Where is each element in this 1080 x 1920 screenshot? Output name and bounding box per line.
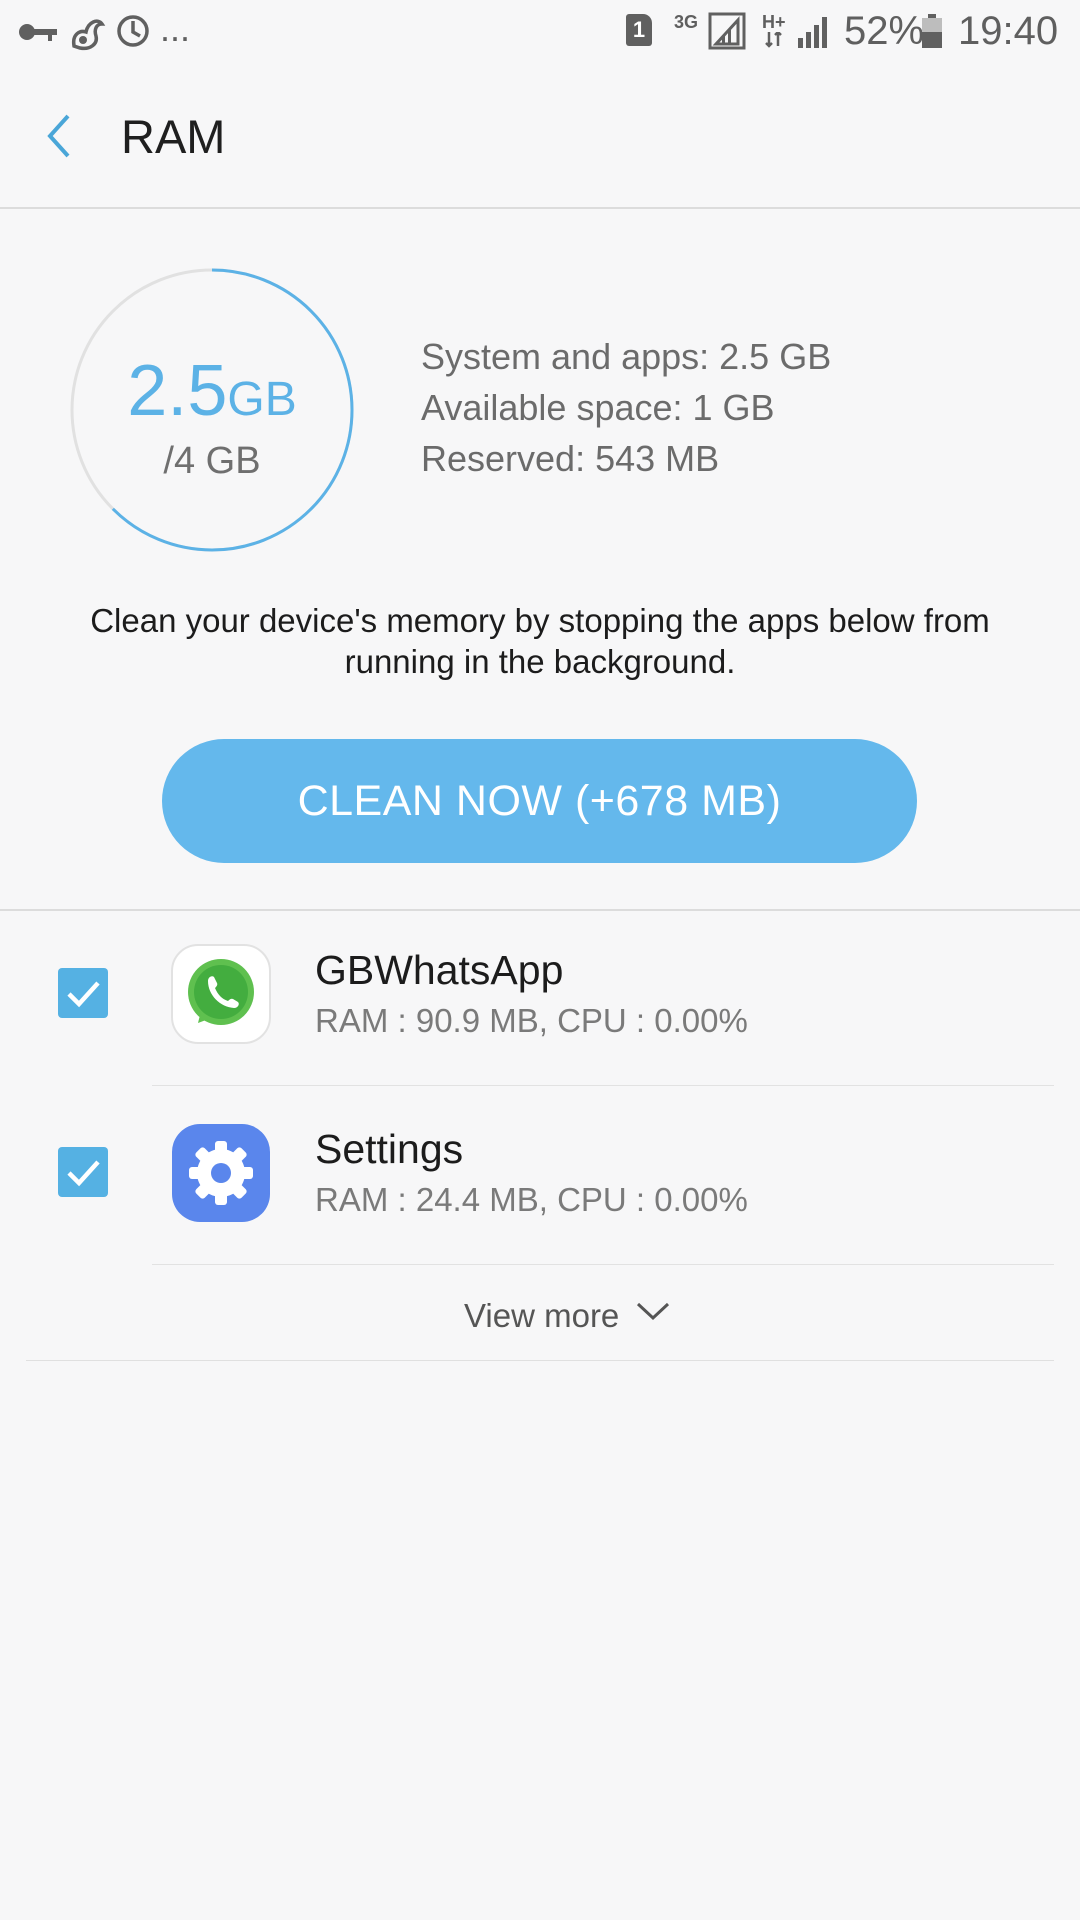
system-apps-usage: System and apps: 2.5 GB	[421, 336, 832, 377]
signal-strength-icon	[798, 17, 827, 48]
more-notifications: ...	[160, 8, 191, 49]
network-3g-label: 3G	[674, 12, 699, 32]
battery-icon	[922, 14, 942, 48]
status-bar: ... 1 3G H+ 52% 19:40	[0, 0, 1080, 66]
sync-icon	[117, 15, 149, 47]
back-button[interactable]	[30, 106, 90, 166]
clean-now-button[interactable]: CLEAN NOW (+678 MB)	[162, 739, 917, 863]
reserved-memory: Reserved: 543 MB	[421, 438, 720, 479]
chevron-down-icon	[636, 1302, 670, 1321]
app-checkbox[interactable]	[58, 1147, 108, 1197]
whatsapp-icon	[171, 944, 271, 1044]
clean-description: Clean your device's memory by stopping t…	[90, 602, 990, 680]
header-divider	[0, 207, 1080, 209]
data-arrows-icon	[765, 32, 782, 48]
page-title: RAM	[121, 110, 226, 163]
row-divider	[152, 1264, 1054, 1265]
squirrel-icon	[71, 19, 106, 51]
ram-used: 2.5GB	[62, 350, 362, 432]
battery-percent: 52%	[844, 9, 925, 53]
ram-used-unit: GB	[227, 373, 297, 426]
key-icon	[19, 24, 57, 41]
list-bottom-divider	[26, 1360, 1054, 1361]
sim-icon: 1	[626, 14, 652, 46]
settings-gear-icon	[172, 1124, 270, 1222]
app-checkbox[interactable]	[58, 968, 108, 1018]
app-stats: RAM : 24.4 MB, CPU : 0.00%	[315, 1181, 748, 1218]
checkmark-icon	[67, 1160, 100, 1187]
view-more-label: View more	[464, 1297, 620, 1334]
ram-used-value: 2.5	[127, 351, 228, 431]
clock: 19:40	[958, 9, 1059, 53]
checkmark-icon	[67, 981, 100, 1008]
sim-slot-number: 1	[632, 17, 646, 42]
view-more-button[interactable]: View more	[430, 1286, 700, 1346]
network-hplus-label: H+	[762, 12, 786, 32]
app-list-item-gbwhatsapp[interactable]: GBWhatsApp RAM : 90.9 MB, CPU : 0.00%	[0, 907, 1080, 1085]
app-name: GBWhatsApp	[315, 947, 564, 993]
ram-total: /4 GB	[163, 440, 261, 482]
app-stats: RAM : 90.9 MB, CPU : 0.00%	[315, 1002, 748, 1039]
app-name: Settings	[315, 1126, 464, 1172]
available-space: Available space: 1 GB	[421, 387, 775, 428]
chevron-left-icon	[47, 114, 70, 158]
signal-boxed-icon	[708, 12, 746, 50]
app-list-item-settings[interactable]: Settings RAM : 24.4 MB, CPU : 0.00%	[0, 1086, 1080, 1264]
